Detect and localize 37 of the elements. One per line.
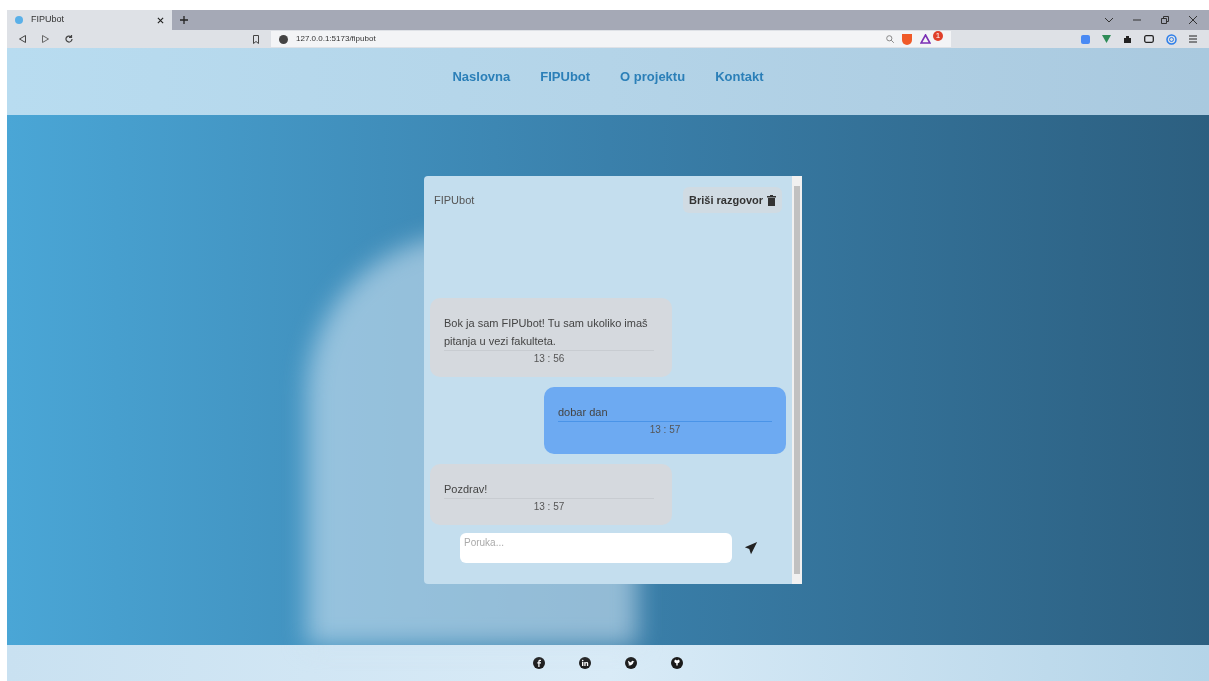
bookmark-icon[interactable] bbox=[253, 34, 259, 44]
message-input[interactable]: Poruka... bbox=[460, 533, 732, 563]
chevron-down-icon[interactable] bbox=[1105, 17, 1113, 23]
close-icon[interactable] bbox=[1189, 16, 1197, 24]
menu-icon[interactable] bbox=[1189, 35, 1197, 43]
linkedin-icon[interactable] bbox=[579, 657, 591, 669]
message-time: 13 : 56 bbox=[532, 352, 566, 366]
nav-link[interactable]: Naslovna bbox=[452, 67, 511, 87]
message-text: Bok ja sam FIPUbot! Tu sam ukoliko imaš pitanja u vezi fakulteta. bbox=[444, 314, 654, 351]
message-text: dobar dan bbox=[558, 403, 772, 422]
forward-icon[interactable] bbox=[42, 35, 49, 43]
nav-link[interactable]: O projektu bbox=[620, 67, 686, 87]
zoom-icon[interactable] bbox=[886, 35, 894, 43]
chat-title: FIPUbot bbox=[434, 192, 475, 208]
scrollbar[interactable] bbox=[792, 176, 802, 584]
trash-icon bbox=[767, 194, 776, 206]
shield-icon[interactable] bbox=[902, 33, 912, 45]
nav-link[interactable]: FIPUbot bbox=[540, 67, 591, 87]
message-text: Pozdrav! bbox=[444, 480, 654, 499]
notification-badge: 1 bbox=[933, 31, 943, 41]
address-bar[interactable]: 127.0.0.1:5173/fipubot 1 bbox=[271, 31, 951, 47]
close-icon[interactable] bbox=[157, 16, 164, 24]
message-time: 13 : 57 bbox=[532, 500, 566, 514]
url-text: 127.0.0.1:5173/fipubot bbox=[296, 33, 377, 45]
back-icon[interactable] bbox=[19, 35, 26, 43]
facebook-icon[interactable] bbox=[533, 657, 545, 669]
new-tab-icon[interactable] bbox=[180, 16, 188, 24]
nav-link[interactable]: Kontakt bbox=[715, 67, 764, 87]
restore-icon[interactable] bbox=[1161, 16, 1169, 24]
reload-icon[interactable] bbox=[65, 35, 73, 43]
browser-tab[interactable]: FIPUbot bbox=[7, 10, 172, 30]
triangle-icon[interactable] bbox=[920, 34, 931, 44]
clear-chat-button[interactable]: Briši razgovor bbox=[683, 186, 782, 214]
bird-icon[interactable] bbox=[625, 657, 637, 669]
tab-title: FIPUbot bbox=[31, 13, 65, 27]
message-time: 13 : 57 bbox=[648, 423, 682, 437]
send-icon[interactable] bbox=[744, 541, 758, 555]
